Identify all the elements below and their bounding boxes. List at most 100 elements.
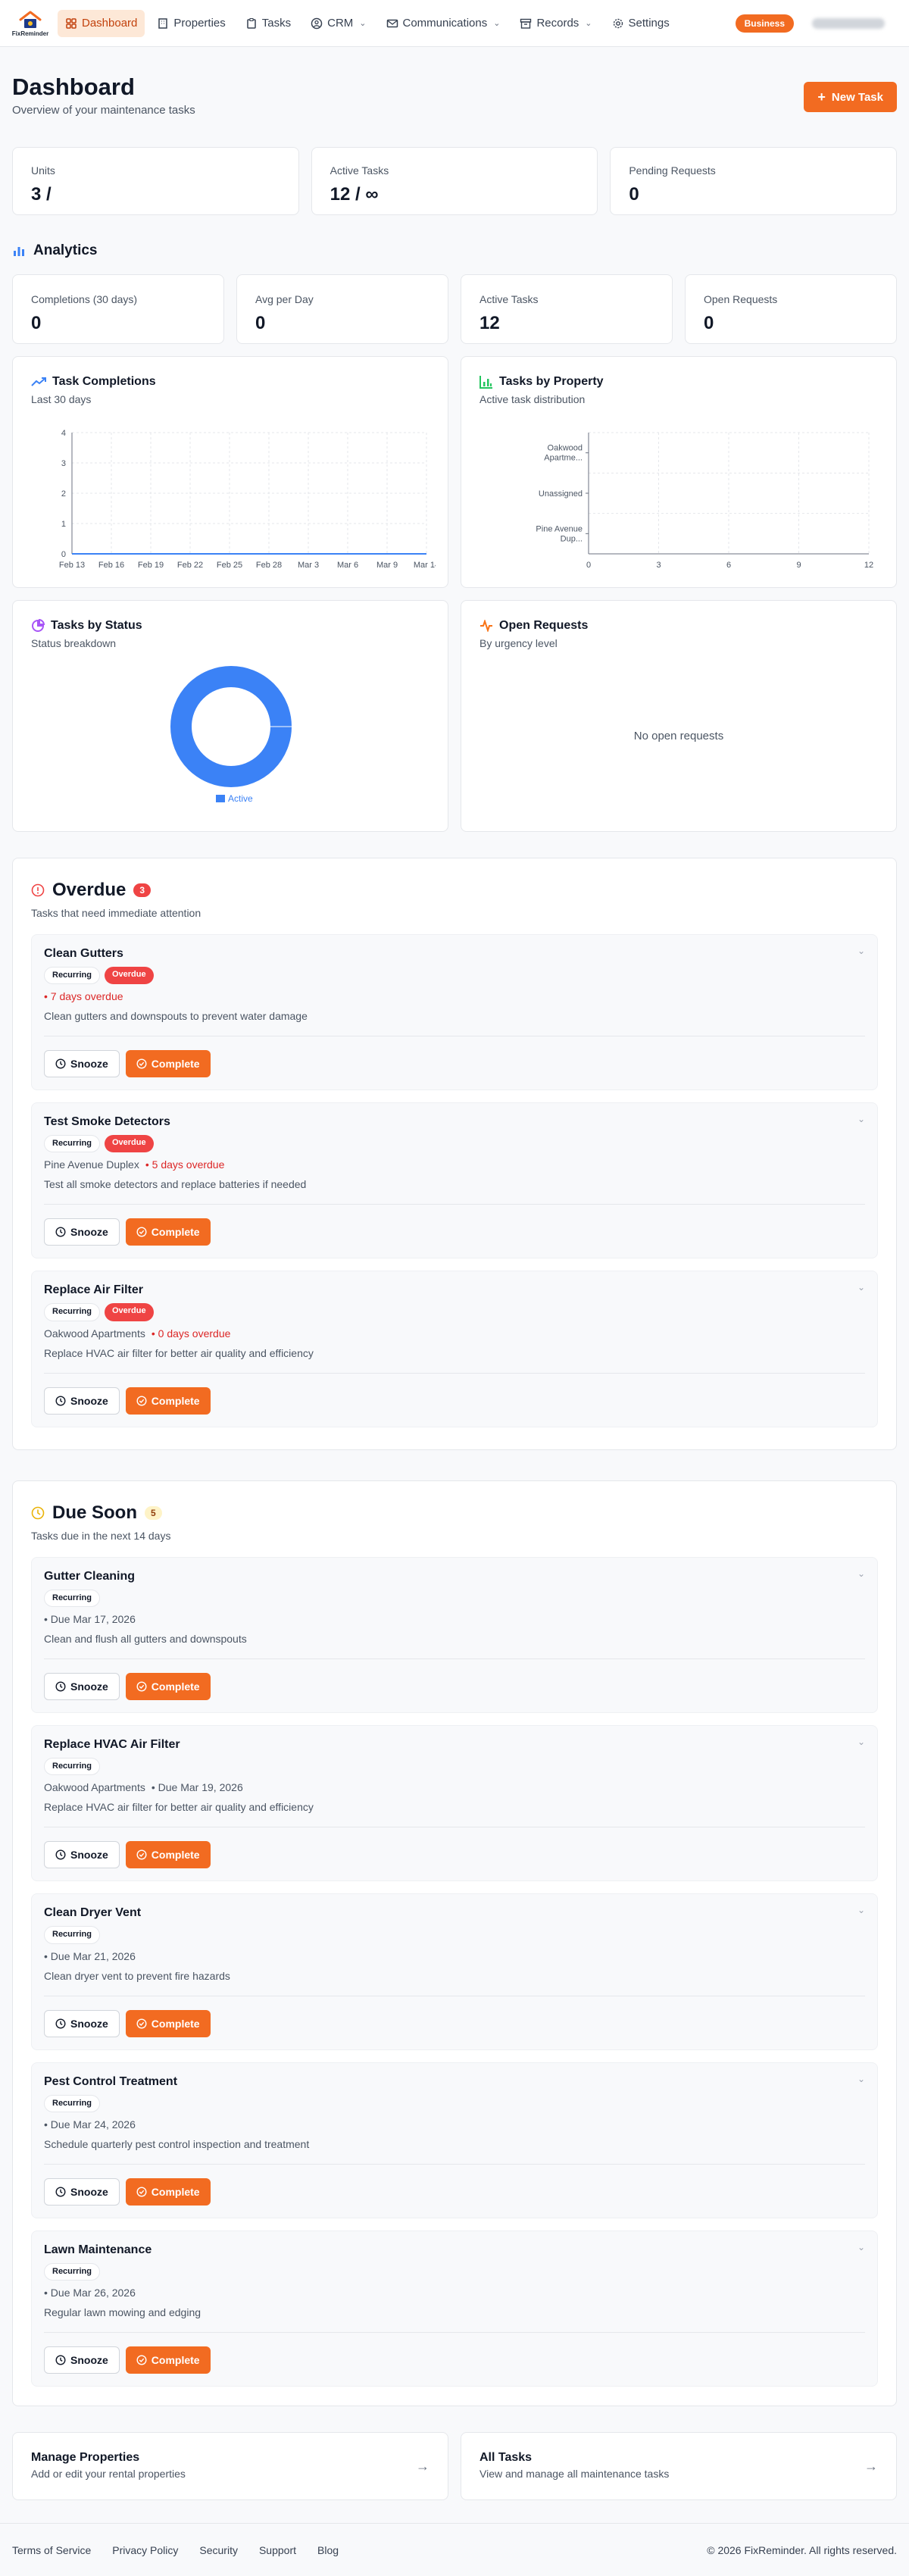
- chart-title: Tasks by Property: [499, 375, 604, 388]
- footer-link-blog[interactable]: Blog: [317, 2544, 339, 2556]
- chevron-down-icon[interactable]: ⌄: [857, 2242, 865, 2252]
- x-tick-label: Feb 16: [98, 561, 124, 570]
- chevron-down-icon: ⌄: [585, 19, 592, 28]
- clipboard-icon: [247, 17, 256, 29]
- user-menu[interactable]: [812, 18, 885, 29]
- task-card[interactable]: ⌄ Pest Control Treatment Recurring • Due…: [31, 2062, 878, 2218]
- manage-properties-link[interactable]: Manage Properties Add or edit your renta…: [12, 2432, 448, 2500]
- chevron-down-icon[interactable]: ⌄: [857, 1114, 865, 1124]
- x-tick-label: Mar 6: [337, 561, 358, 570]
- task-title: Replace HVAC Air Filter: [44, 1738, 180, 1752]
- y-tick-label: Unassigned: [539, 489, 583, 499]
- task-card[interactable]: ⌄ Replace HVAC Air Filter Recurring Oakw…: [31, 1725, 878, 1882]
- task-completions-card: Task Completions Last 30 days 0 1 2 3 4 Feb 1…: [12, 356, 448, 588]
- nav-item-communications[interactable]: Communications ⌄: [379, 10, 508, 37]
- archive-icon: [520, 18, 532, 29]
- nav-label: Dashboard: [82, 17, 138, 30]
- charts-row-1: Task Completions Last 30 days 0 1 2 3 4 Feb 1…: [12, 356, 897, 588]
- clock-icon: [55, 2355, 66, 2365]
- snooze-button[interactable]: Snooze: [44, 2346, 120, 2374]
- complete-button[interactable]: Complete: [125, 1386, 211, 1415]
- task-status: • 5 days overdue: [145, 1158, 225, 1171]
- pie-slice: [170, 666, 292, 787]
- mail-icon: [386, 19, 398, 27]
- chevron-down-icon[interactable]: ⌄: [857, 1905, 865, 1915]
- nav-item-settings[interactable]: Settings: [604, 10, 677, 37]
- task-description: Clean dryer vent to prevent fire hazards: [44, 1970, 865, 1996]
- clock-icon: [55, 1227, 66, 1237]
- y-tick-label: Pine Avenue Dup...: [536, 524, 583, 543]
- complete-button[interactable]: Complete: [125, 2346, 211, 2374]
- x-tick-label: Feb 22: [177, 561, 203, 570]
- complete-button[interactable]: Complete: [125, 2177, 211, 2206]
- bar-chart-icon: [479, 376, 492, 389]
- complete-button[interactable]: Complete: [125, 1218, 211, 1246]
- chevron-down-icon[interactable]: ⌄: [857, 1568, 865, 1579]
- plus-icon: +: [817, 89, 826, 105]
- snooze-button[interactable]: Snooze: [44, 1841, 120, 1869]
- snooze-button[interactable]: Snooze: [44, 1218, 120, 1246]
- nav-item-records[interactable]: Records ⌄: [512, 10, 599, 37]
- chart-subtitle: Status breakdown: [31, 637, 117, 649]
- nav-item-dashboard[interactable]: Dashboard: [58, 9, 145, 37]
- task-status: • 7 days overdue: [44, 990, 123, 1003]
- all-tasks-link[interactable]: All Tasks View and manage all maintenanc…: [461, 2432, 897, 2500]
- snooze-button[interactable]: Snooze: [44, 1386, 120, 1415]
- complete-button[interactable]: Complete: [125, 1673, 211, 1701]
- nav-item-tasks[interactable]: Tasks: [238, 10, 298, 37]
- chevron-down-icon[interactable]: ⌄: [857, 1737, 865, 1747]
- task-description: Replace HVAC air filter for better air q…: [44, 1347, 865, 1374]
- task-card[interactable]: ⌄ Gutter Cleaning Recurring • Due Mar 17…: [31, 1557, 878, 1714]
- chevron-down-icon[interactable]: ⌄: [857, 1282, 865, 1293]
- chevron-down-icon: ⌄: [359, 19, 367, 28]
- complete-button[interactable]: Complete: [125, 2009, 211, 2037]
- clock-icon: [55, 1849, 66, 1860]
- task-card[interactable]: ⌄ Lawn Maintenance Recurring • Due Mar 2…: [31, 2230, 878, 2387]
- x-tick-label: Mar 14: [414, 561, 436, 570]
- task-card[interactable]: ⌄ Test Smoke Detectors Recurring Overdue …: [31, 1102, 878, 1259]
- task-card[interactable]: ⌄ Clean Gutters Recurring Overdue • 7 day…: [31, 934, 878, 1091]
- x-tick-label: 12: [864, 561, 873, 570]
- recurring-tag: Recurring: [44, 1926, 100, 1944]
- chart-subtitle: By urgency level: [479, 637, 558, 649]
- task-title: Clean Dryer Vent: [44, 1906, 142, 1920]
- footer-link-privacy[interactable]: Privacy Policy: [112, 2544, 178, 2556]
- nav-item-crm[interactable]: CRM ⌄: [303, 10, 373, 37]
- grid-icon: [66, 17, 77, 29]
- chevron-down-icon[interactable]: ⌄: [857, 2074, 865, 2084]
- house-logo-icon: [19, 11, 42, 28]
- task-status: • Due Mar 26, 2026: [44, 2286, 136, 2299]
- check-circle-icon: [136, 1227, 147, 1237]
- x-tick-label: 3: [656, 561, 661, 570]
- complete-button[interactable]: Complete: [125, 1050, 211, 1078]
- snooze-button[interactable]: Snooze: [44, 2177, 120, 2206]
- footer-link-support[interactable]: Support: [259, 2544, 296, 2556]
- footer-link-security[interactable]: Security: [199, 2544, 238, 2556]
- completions-line-chart: 0 1 2 3 4 Feb 13 Feb 16 Feb 19 Feb 22 Feb 25 Feb 2…: [59, 429, 436, 570]
- task-card[interactable]: ⌄ Replace Air Filter Recurring Overdue Oa…: [31, 1271, 878, 1427]
- page-title: Dashboard: [12, 73, 135, 100]
- section-subtitle: Tasks that need immediate attention: [31, 907, 201, 919]
- tasks-by-property-card: Tasks by Property Active task distributi…: [461, 356, 897, 588]
- snooze-button[interactable]: Snooze: [44, 1050, 120, 1078]
- stat-card-avg-per-day: Avg per Day 0: [236, 274, 448, 344]
- chevron-down-icon[interactable]: ⌄: [857, 946, 865, 956]
- trending-up-icon: [31, 377, 46, 386]
- x-tick-label: Feb 25: [217, 561, 242, 570]
- gear-icon: [613, 18, 623, 28]
- nav-item-properties[interactable]: Properties: [149, 10, 233, 37]
- overdue-tag: Overdue: [104, 967, 154, 985]
- y-tick-label: 4: [61, 429, 66, 438]
- clock-icon: [55, 2187, 66, 2197]
- complete-button[interactable]: Complete: [125, 1841, 211, 1869]
- app-logo[interactable]: FixReminder: [12, 6, 48, 41]
- check-circle-icon: [136, 1058, 147, 1069]
- footer-link-terms[interactable]: Terms of Service: [12, 2544, 91, 2556]
- snooze-button[interactable]: Snooze: [44, 1673, 120, 1701]
- snooze-button[interactable]: Snooze: [44, 2009, 120, 2037]
- task-card[interactable]: ⌄ Clean Dryer Vent Recurring • Due Mar 2…: [31, 1893, 878, 2050]
- nav-label: Records: [536, 17, 579, 30]
- new-task-button[interactable]: + New Task: [804, 82, 897, 112]
- logo-text: FixReminder: [11, 30, 49, 37]
- x-tick-label: 0: [586, 561, 591, 570]
